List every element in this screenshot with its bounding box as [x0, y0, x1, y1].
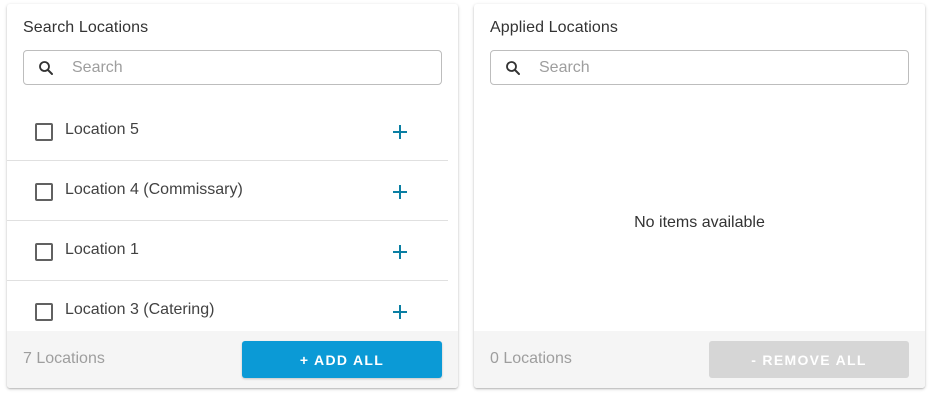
list-item: Location 4 (Commissary)	[7, 161, 448, 221]
search-input[interactable]	[72, 51, 432, 84]
plus-icon[interactable]	[390, 302, 410, 322]
search-locations-panel: Search Locations Location 5 Location 4 (…	[7, 4, 458, 388]
list-item: Location 3 (Catering)	[7, 281, 448, 331]
remove-all-button[interactable]: - REMOVE ALL	[709, 341, 909, 378]
panel-title: Search Locations	[23, 19, 149, 36]
plus-icon[interactable]	[390, 182, 410, 202]
search-field[interactable]	[490, 50, 909, 85]
item-label: Location 1	[65, 241, 139, 258]
item-label: Location 4 (Commissary)	[65, 181, 243, 198]
checkbox[interactable]	[35, 123, 53, 141]
item-label: Location 5	[65, 121, 139, 138]
search-icon	[39, 61, 53, 75]
checkbox[interactable]	[35, 243, 53, 261]
panel-title: Applied Locations	[490, 19, 619, 36]
plus-icon[interactable]	[390, 242, 410, 262]
list-item: Location 1	[7, 221, 448, 281]
location-count: 0 Locations	[490, 350, 572, 367]
add-all-button[interactable]: + ADD ALL	[242, 341, 442, 378]
checkbox[interactable]	[35, 303, 53, 321]
panel-footer: 0 Locations - REMOVE ALL	[474, 331, 925, 388]
list-item: Location 5	[7, 101, 448, 161]
location-count: 7 Locations	[23, 350, 105, 367]
search-field[interactable]	[23, 50, 442, 85]
search-icon	[506, 61, 520, 75]
plus-icon[interactable]	[390, 122, 410, 142]
applied-locations-panel: Applied Locations No items available 0 L…	[474, 4, 925, 388]
search-input[interactable]	[539, 51, 899, 84]
panel-footer: 7 Locations + ADD ALL	[7, 331, 458, 388]
location-list: Location 5 Location 4 (Commissary) Locat…	[7, 101, 448, 331]
item-label: Location 3 (Catering)	[65, 301, 215, 318]
empty-state-message: No items available	[634, 214, 765, 231]
checkbox[interactable]	[35, 183, 53, 201]
